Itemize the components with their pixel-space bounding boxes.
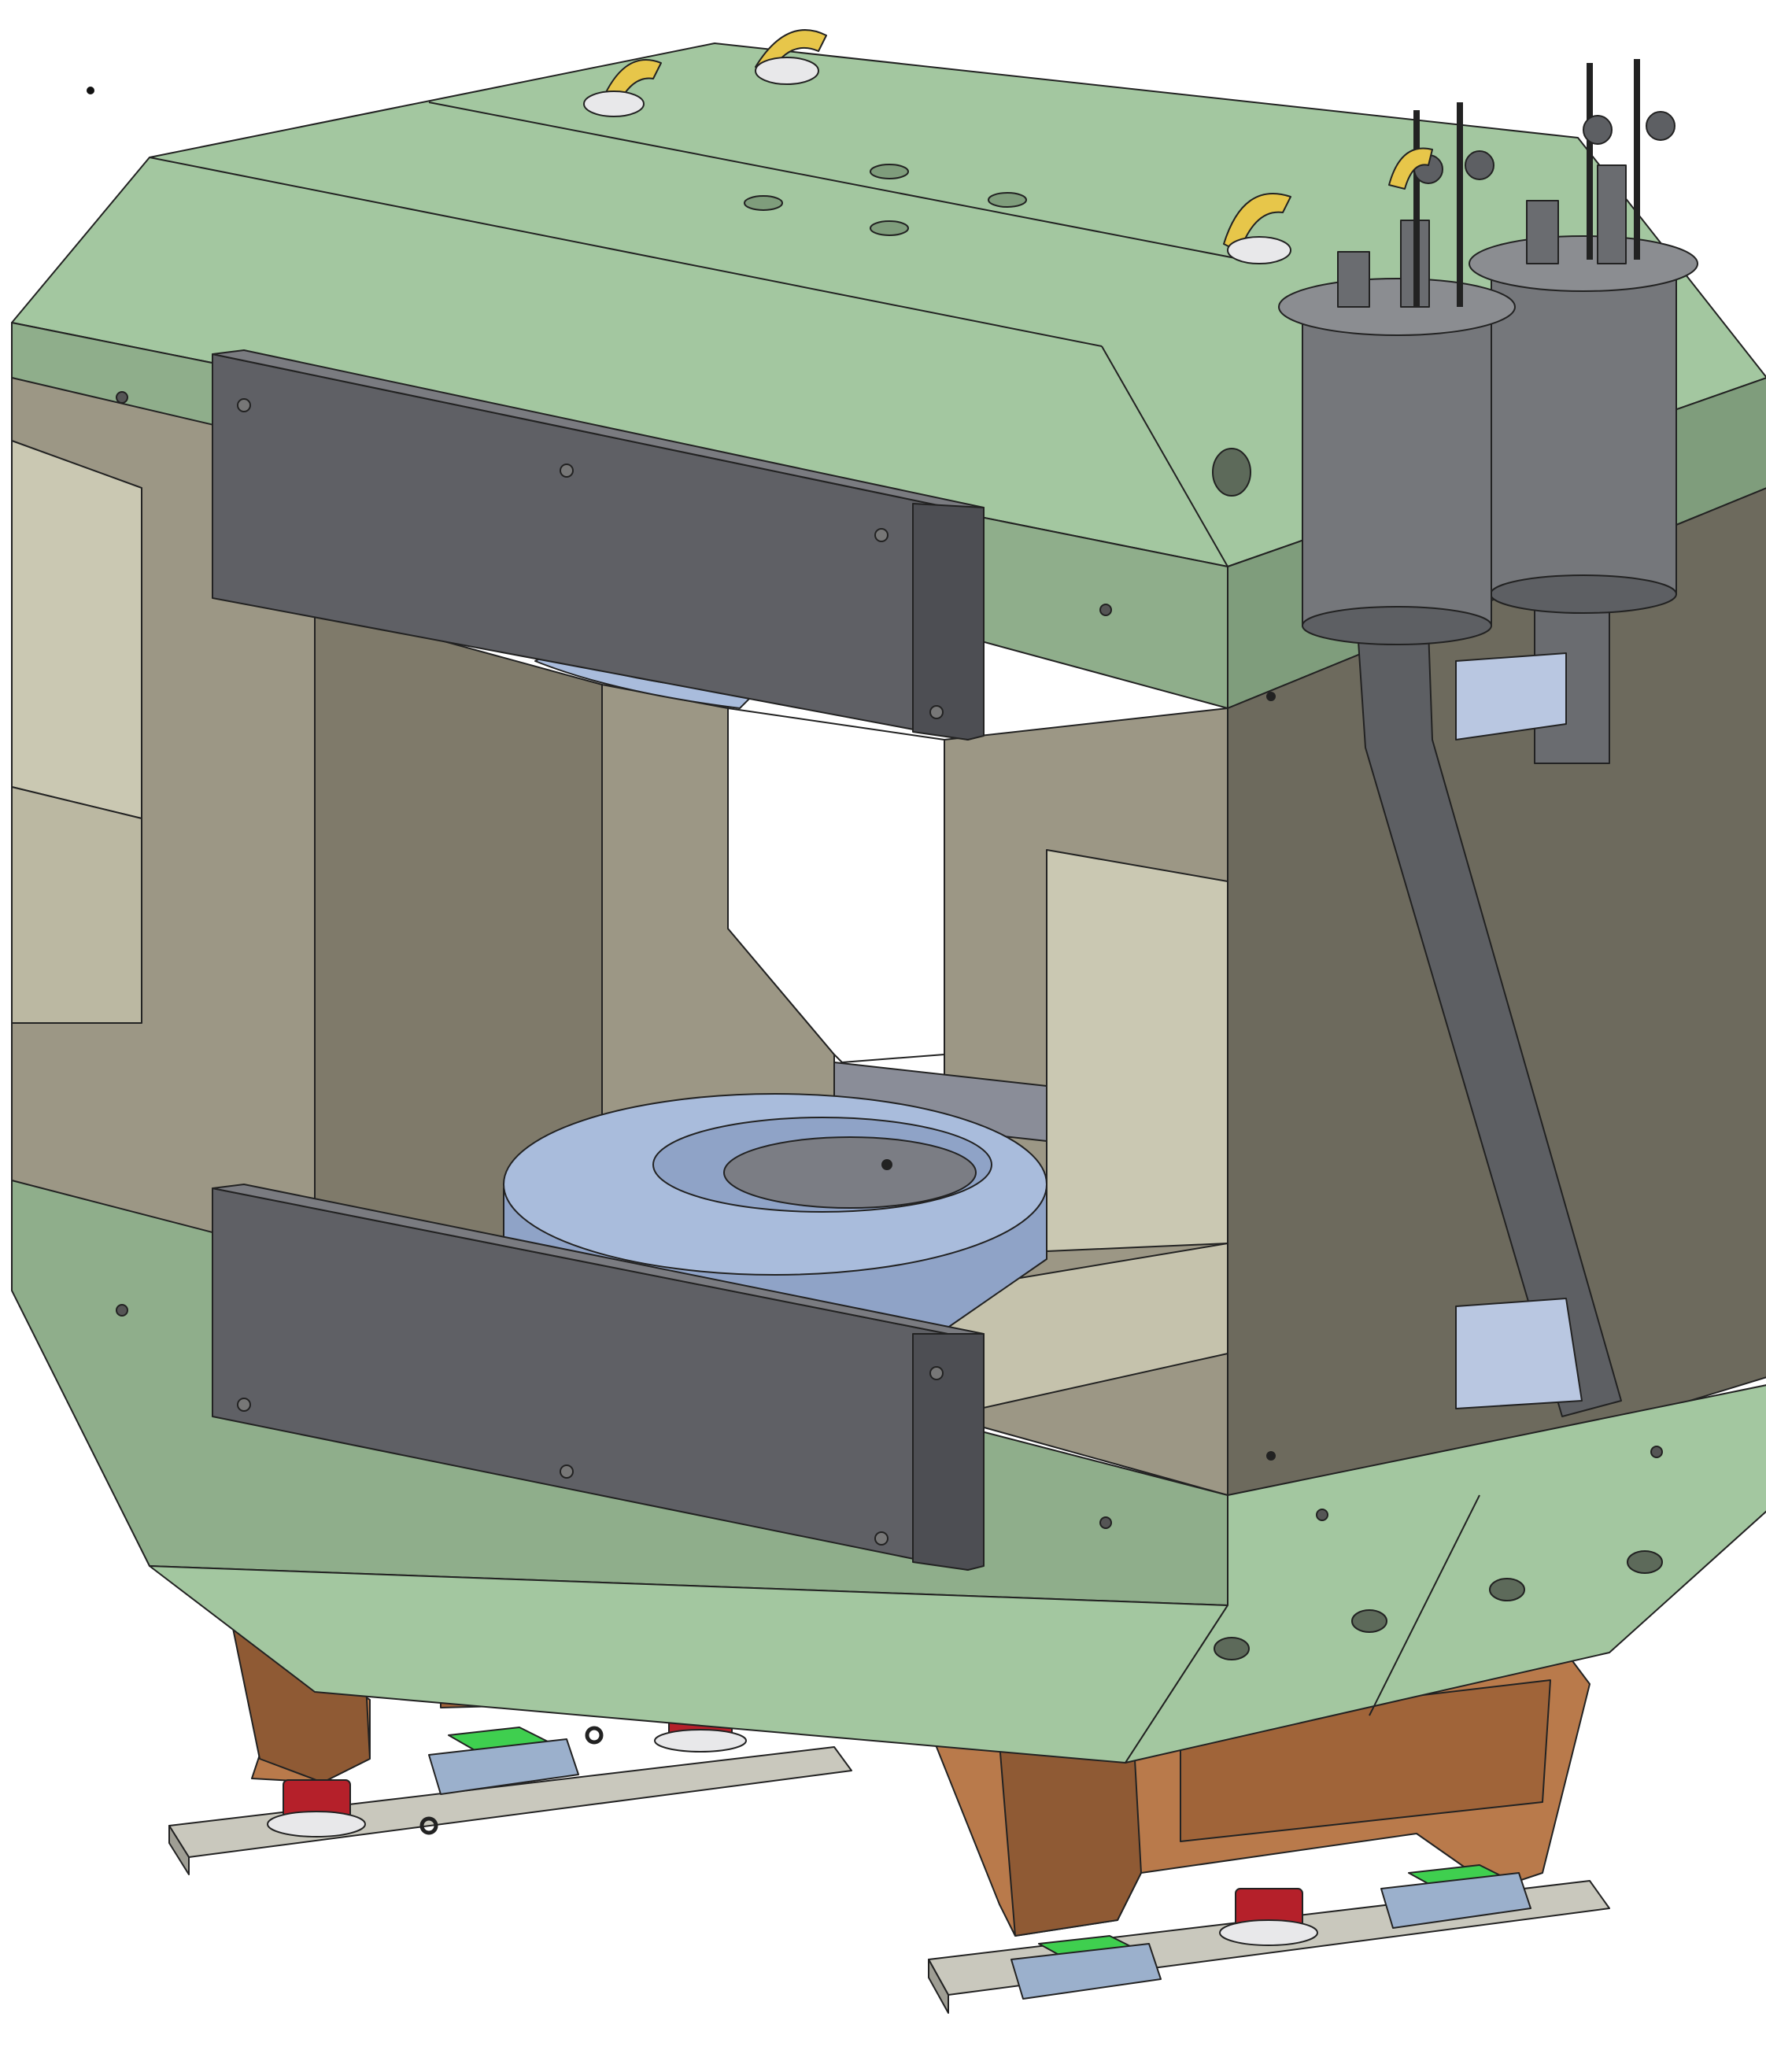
yoke-hole-4 [1627,1550,1663,1574]
upper-coil-bolt-1 [237,398,251,412]
yoke-hole-3 [1489,1578,1525,1601]
cryostat-rear-port-1 [1526,200,1559,264]
cryostat-rear-valve-2 [1646,111,1675,141]
fastener-5 [1316,1509,1328,1521]
cryostat-rear-body [1491,267,1677,595]
yoke-left-column-bevel [11,440,142,819]
cryostat-front-bottom [1302,606,1492,645]
cryostat-front-flange [1278,278,1516,336]
top-bolt-2 [744,195,783,211]
fastener-6 [1650,1446,1663,1458]
upper-coil-bolt-3 [874,528,889,542]
cryostat-rear-bottom [1490,574,1677,614]
cryostat-front-body [1302,310,1492,626]
yoke-hole-1 [1214,1637,1250,1660]
lifting-eye-2-base [755,57,819,85]
lower-coil-bolt-4 [874,1531,889,1546]
cryostat-rear-port-2 [1597,164,1627,264]
top-bolt-1 [870,164,909,179]
right-jack-center-flange [1219,1919,1318,1946]
fastener-3 [116,1304,128,1317]
cryostat-rear-elbow [1455,652,1567,741]
stray-dot [87,87,94,94]
cryostat-front-port-1 [1337,251,1370,308]
fastener-8 [1266,1451,1276,1461]
cryostat-front-valve-2 [1465,150,1494,180]
left-jack-rear-flange [654,1729,747,1753]
yoke-hole-2 [1351,1609,1387,1633]
lower-coil-bolt-3 [929,1366,944,1380]
lower-pole-center-pin [881,1159,892,1170]
cryostat-rear-valve-1 [1583,115,1613,145]
left-jack-front-flange [267,1811,366,1837]
fastener-4 [1099,1516,1112,1529]
magnet-assembly-drawing [0,0,1766,2072]
fastener-7 [1266,692,1276,701]
lower-coil-bolt-2 [560,1464,574,1479]
lower-coil-bolt-1 [237,1398,251,1412]
yoke-right-column-bevel [1046,849,1228,1252]
fastener-1 [116,391,128,404]
top-bolt-3 [988,192,1027,208]
lifting-eye-1-base [583,90,645,117]
fastener-2 [1099,604,1112,616]
top-hole-side [1212,448,1251,497]
top-bolt-4 [870,220,909,236]
lifting-eye-3-base [1227,236,1291,264]
upper-coil-end [912,503,985,741]
lower-coil-end [912,1333,985,1571]
cryostat-front-elbow [1455,1298,1583,1409]
upper-coil-bolt-2 [560,464,574,478]
lower-pole-center-disk [723,1136,977,1209]
upper-coil-bolt-4 [929,705,944,719]
cryostat-rear-flange [1469,235,1698,292]
yoke-left-column-mid-bevel [11,786,142,1024]
